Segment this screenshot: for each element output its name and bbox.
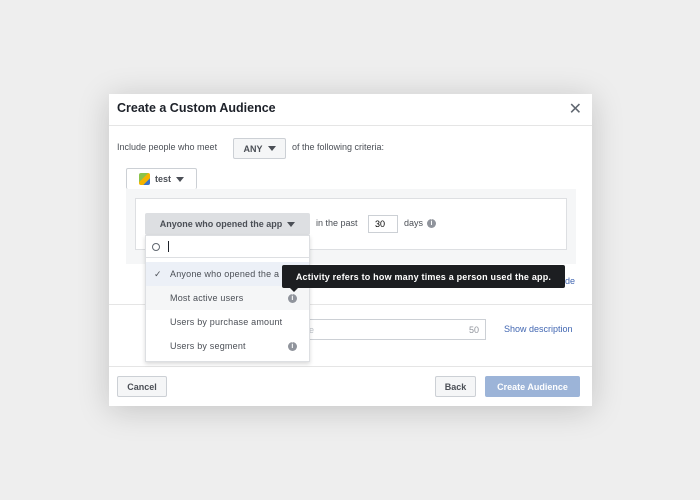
chevron-down-icon <box>267 146 276 151</box>
cancel-button[interactable]: Cancel <box>117 376 167 397</box>
info-icon[interactable]: i <box>288 342 297 351</box>
info-icon[interactable]: i <box>427 219 436 228</box>
chevron-down-icon <box>287 221 296 227</box>
char-counter: 50 <box>468 325 479 335</box>
rule-type-menu: ✓ Anyone who opened the a Most active use… <box>145 235 310 362</box>
close-icon[interactable]: ✕ <box>569 99 582 119</box>
match-value: ANY <box>243 143 263 154</box>
criteria-prefix: Include people who meet <box>117 142 218 152</box>
dialog-title: Create a Custom Audience <box>117 101 276 115</box>
days-label: days <box>404 218 424 228</box>
option-label: Users by segment <box>170 341 246 351</box>
rule-type-dropdown[interactable]: Anyone who opened the app <box>145 213 310 235</box>
app-selector[interactable]: test <box>126 168 197 189</box>
back-button[interactable]: Back <box>435 376 476 397</box>
dialog-header: Create a Custom Audience ✕ <box>109 94 592 126</box>
rule-type-value: Anyone who opened the app <box>159 219 283 229</box>
menu-option[interactable]: Most active users i <box>146 286 309 310</box>
option-label: Users by purchase amount <box>170 317 283 327</box>
footer-divider <box>109 366 592 367</box>
chevron-down-icon <box>176 176 184 182</box>
info-icon[interactable]: i <box>288 294 297 303</box>
option-label: Anyone who opened the a <box>170 269 280 279</box>
text-cursor <box>168 241 169 252</box>
tooltip: Activity refers to how many times a pers… <box>282 265 565 292</box>
menu-option[interactable]: Users by purchase amount <box>146 310 309 334</box>
show-description-link[interactable]: Show description <box>504 324 573 334</box>
app-name: test <box>154 174 171 184</box>
menu-search[interactable] <box>146 236 309 258</box>
in-past-label: in the past <box>316 218 358 228</box>
option-label: Most active users <box>170 293 244 303</box>
days-input[interactable] <box>368 215 398 233</box>
exclude-link[interactable]: de <box>565 276 575 286</box>
create-audience-button[interactable]: Create Audience <box>485 376 580 397</box>
search-icon <box>152 242 160 251</box>
check-icon: ✓ <box>154 268 162 279</box>
app-cube-icon <box>138 173 150 185</box>
criteria-suffix: of the following criteria: <box>292 142 385 152</box>
match-dropdown[interactable]: ANY <box>233 138 286 159</box>
menu-option[interactable]: Users by segment i <box>146 334 309 358</box>
audience-name-input[interactable]: e 50 <box>290 319 486 340</box>
